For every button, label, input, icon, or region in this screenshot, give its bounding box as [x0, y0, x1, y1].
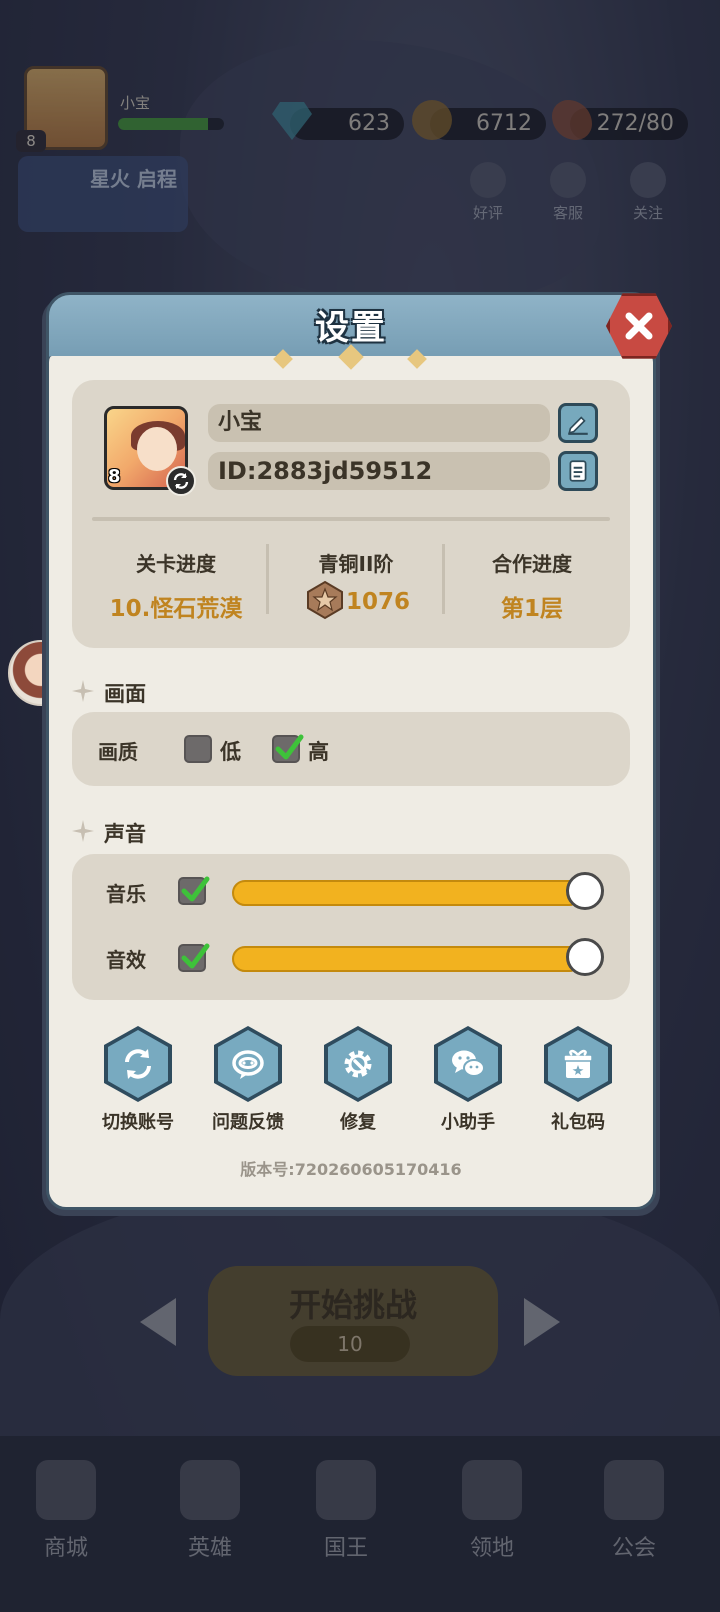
checkmark-icon — [181, 943, 210, 969]
avatar-level: 8 — [108, 466, 121, 487]
checkmark-icon — [275, 734, 304, 760]
change-avatar-button[interactable] — [166, 466, 196, 496]
gift-code-button[interactable]: 礼包码 — [528, 1026, 628, 1134]
switch-account-button[interactable]: 切换账号 — [88, 1026, 188, 1134]
pencil-icon — [568, 416, 588, 435]
feedback-button[interactable]: 问题反馈 — [198, 1026, 298, 1134]
copy-icon — [569, 460, 587, 482]
sfx-checkbox[interactable] — [178, 943, 210, 972]
player-name-field: 小宝 — [208, 404, 550, 442]
repair-gear-icon — [344, 1050, 372, 1078]
assistant-button[interactable]: 小助手 — [418, 1026, 518, 1134]
version-number: 版本号:720260605170416 — [240, 1160, 462, 1179]
music-slider-handle[interactable] — [566, 872, 604, 910]
coop-progress-stat: 合作进度 第1层 — [492, 552, 572, 622]
sfx-volume-slider[interactable] — [232, 946, 582, 972]
dialog-title: 设置 — [315, 308, 387, 348]
bronze-rank-icon — [307, 580, 343, 620]
refresh-icon — [173, 473, 189, 489]
music-checkbox[interactable] — [178, 876, 210, 905]
graphics-panel — [72, 712, 630, 786]
sfx-label: 音效 — [106, 948, 146, 972]
switch-account-icon — [125, 1049, 151, 1079]
copy-id-button[interactable] — [558, 451, 598, 491]
sparkle-icon — [72, 820, 94, 842]
sfx-slider-handle[interactable] — [566, 938, 604, 976]
edit-name-button[interactable] — [558, 403, 598, 443]
player-id-field: ID:2883jd59512 — [208, 452, 550, 490]
repair-button[interactable]: 修复 — [308, 1026, 408, 1134]
sparkle-icon — [72, 680, 94, 702]
header-ornament — [270, 344, 430, 370]
gift-icon — [563, 1049, 593, 1078]
quality-high-checkbox[interactable] — [272, 734, 304, 763]
graphics-section-title: 画面 — [104, 682, 146, 706]
wechat-icon — [452, 1050, 485, 1077]
card-divider — [92, 517, 610, 521]
quality-label: 画质 — [98, 740, 138, 764]
quality-low-label: 低 — [220, 740, 241, 764]
close-icon — [625, 312, 653, 340]
stage-progress-stat: 关卡进度 10.怪石荒漠 — [109, 552, 243, 622]
music-volume-slider[interactable] — [232, 880, 582, 906]
feedback-icon — [232, 1050, 264, 1079]
quality-low-checkbox[interactable] — [184, 735, 212, 763]
sound-section-title: 声音 — [104, 822, 146, 846]
checkmark-icon — [181, 876, 210, 902]
quality-high-label: 高 — [308, 740, 329, 764]
rank-stat: 青铜II阶 1076 — [318, 552, 410, 615]
sound-panel — [72, 854, 630, 1000]
music-label: 音乐 — [106, 882, 146, 906]
